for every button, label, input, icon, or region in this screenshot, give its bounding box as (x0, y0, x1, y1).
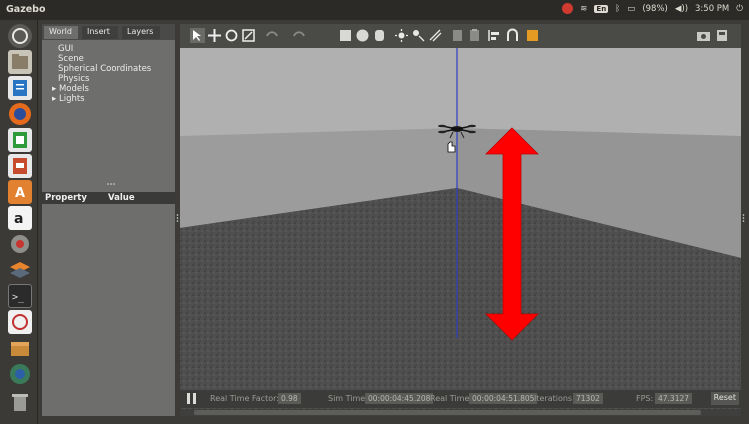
tree-item-spherical-coordinates[interactable]: Spherical Coordinates (48, 64, 151, 74)
layers-app-icon[interactable] (8, 258, 32, 282)
record-icon[interactable] (715, 28, 730, 43)
spot-light-icon[interactable] (411, 28, 426, 43)
redo-icon[interactable] (292, 28, 307, 43)
iterations-value: 71302 (573, 393, 603, 404)
change-view-icon[interactable] (525, 28, 540, 43)
tree-item-lights-label: Lights (58, 94, 85, 104)
scale-icon[interactable] (241, 28, 256, 43)
scrollbar[interactable] (194, 410, 701, 415)
tree-item-physics[interactable]: Physics (48, 74, 151, 84)
panel-splitter-handle[interactable] (42, 172, 175, 185)
wifi-icon[interactable]: ≋ (580, 4, 587, 14)
main-toolbar (180, 24, 741, 48)
copy-icon[interactable] (450, 28, 465, 43)
expand-arrow-icon[interactable]: ▸ (52, 94, 59, 104)
real-time-factor-label: Real Time Factor: (210, 394, 279, 403)
terminal-icon[interactable]: >_ (8, 284, 32, 308)
property-table-header: Property Value (42, 192, 175, 204)
cylinder-shape-icon[interactable] (372, 28, 387, 43)
directional-light-icon[interactable] (428, 28, 443, 43)
tree-item-gui[interactable]: GUI (48, 44, 151, 54)
app-title: Gazebo (6, 4, 46, 15)
svg-text:>_: >_ (12, 292, 25, 303)
tree-item-models[interactable]: ▸ Models (48, 84, 151, 94)
calc-icon[interactable] (8, 128, 32, 152)
select-icon[interactable] (190, 28, 205, 43)
top-system-bar: Gazebo ≋ En ᛒ ▭ (98%) ◀)) 3:50 PM ⏻ (0, 0, 749, 20)
keyboard-layout[interactable]: En (594, 4, 609, 13)
software-center-icon[interactable]: A (8, 180, 32, 204)
impress-icon[interactable] (8, 154, 32, 178)
real-time-value: 00:00:04:51.805 (469, 393, 538, 404)
svg-text:a: a (14, 211, 23, 227)
svg-text:A: A (15, 186, 25, 201)
tab-insert[interactable]: Insert (82, 26, 118, 39)
launcher: A a >_ (0, 20, 38, 424)
firefox-icon[interactable] (8, 102, 32, 126)
translate-icon[interactable] (207, 28, 222, 43)
world-tree: GUI Scene Spherical Coordinates Physics … (48, 44, 151, 104)
rotate-icon[interactable] (224, 28, 239, 43)
sphere-shape-icon[interactable] (355, 28, 370, 43)
align-icon[interactable] (487, 28, 502, 43)
fps-label: FPS: (636, 394, 654, 403)
editor-icon[interactable] (8, 310, 32, 334)
dash-icon[interactable] (8, 24, 32, 48)
paste-icon[interactable] (467, 28, 482, 43)
sim-time-value: 00:00:04:45.208 (365, 393, 434, 404)
volume-icon[interactable]: ◀)) (675, 4, 688, 14)
right-panel-collapse-handle[interactable] (741, 210, 746, 224)
tree-item-scene[interactable]: Scene (48, 54, 151, 64)
panel-tabs: World Insert Layers (42, 24, 175, 40)
screenshot-icon[interactable] (696, 28, 711, 43)
writer-icon[interactable] (8, 76, 32, 100)
amazon-icon[interactable]: a (8, 206, 32, 230)
tree-item-lights[interactable]: ▸ Lights (48, 94, 151, 104)
snap-icon[interactable] (505, 28, 520, 43)
tree-item-models-label: Models (58, 84, 89, 94)
status-bar: . Real Time Factor: 0.98 Sim Time: 00:00… (180, 390, 741, 408)
battery-percent[interactable]: (98%) (642, 4, 668, 14)
real-time-factor-value: 0.98 (278, 393, 301, 404)
tab-layers[interactable]: Layers (122, 26, 160, 39)
trash-icon[interactable] (8, 390, 32, 414)
tab-world[interactable]: World (44, 26, 78, 39)
world-panel: World Insert Layers GUI Scene Spherical … (42, 24, 175, 416)
fps-value: 47.3127 (655, 393, 693, 404)
clock[interactable]: 3:50 PM (695, 4, 729, 14)
system-tray: ≋ En ᛒ ▭ (98%) ◀)) 3:50 PM ⏻ (562, 3, 743, 14)
sim-time-label: Sim Time: (328, 394, 368, 403)
expand-arrow-icon[interactable]: ▸ (52, 84, 59, 94)
bluetooth-icon[interactable]: ᛒ (615, 4, 620, 14)
power-icon[interactable]: ⏻ (736, 4, 743, 14)
pause-button[interactable] (187, 393, 197, 404)
value-column-header: Value (108, 193, 135, 203)
undo-icon[interactable] (264, 28, 279, 43)
globe-icon[interactable] (8, 362, 32, 386)
property-column-header: Property (45, 193, 87, 203)
box-icon[interactable] (8, 336, 32, 360)
point-light-icon[interactable] (394, 28, 409, 43)
real-time-label: Real Time: (430, 394, 473, 403)
settings-icon[interactable] (8, 232, 32, 256)
3d-scene-view[interactable] (180, 48, 741, 409)
box-shape-icon[interactable] (338, 28, 353, 43)
files-icon[interactable] (8, 50, 32, 74)
notification-icon[interactable] (562, 3, 574, 14)
battery-icon[interactable]: ▭ (627, 4, 635, 14)
reset-button[interactable]: Reset (710, 392, 739, 405)
render-area: . Real Time Factor: 0.98 Sim Time: 00:00… (180, 24, 741, 416)
iterations-label: Iterations: (534, 394, 575, 403)
